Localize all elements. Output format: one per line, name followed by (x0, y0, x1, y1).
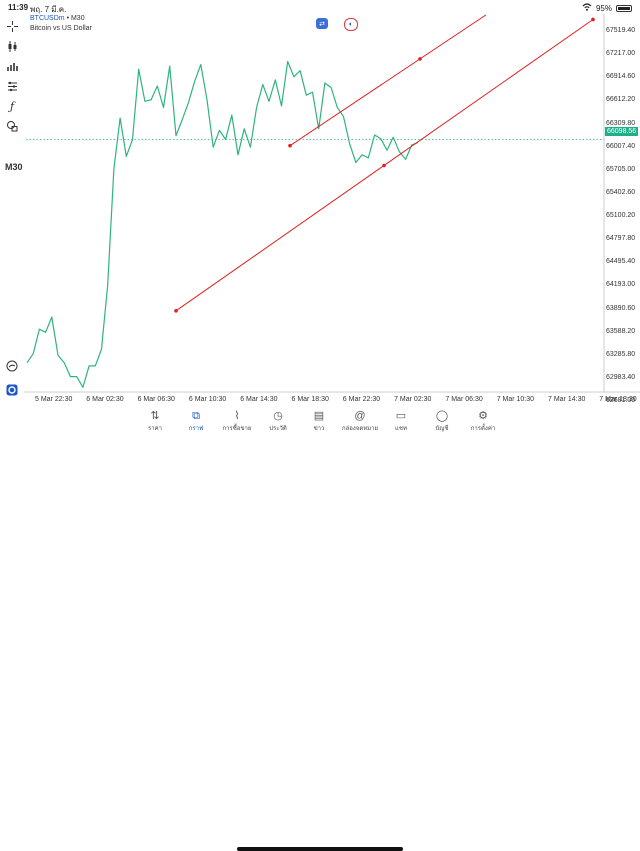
time-tick-label: 6 Mar 02:30 (86, 396, 124, 403)
time-tick-label: 6 Mar 14:30 (240, 396, 278, 403)
price-tick-label: 66612.20 (606, 96, 636, 104)
history-icon: ◷ (273, 410, 283, 422)
trade-icon: ⌇ (234, 410, 240, 422)
time-tick-label: 5 Mar 22:30 (35, 396, 73, 403)
price-tick-label: 66007.40 (606, 142, 636, 150)
crosshair-icon[interactable] (4, 18, 20, 34)
time-tick-label: 7 Mar 06:30 (445, 396, 483, 403)
symbol-timeframe: M30 (70, 15, 85, 22)
nav-item-label: การซื้อขาย (222, 426, 252, 432)
drawing-toolbar: ƒ M30 (0, 14, 24, 414)
timeframe-button[interactable]: M30 (5, 162, 23, 172)
bottom-navigation: ⇅ ราคา ⧉ กราฟ ⌇ การซื้อขาย ◷ ประวัติ ▤ ข่าว @ กล่อง… (0, 407, 640, 851)
time-tick-label: 6 Mar 18:30 (291, 396, 329, 403)
price-tick-label: 64193.00 (606, 281, 636, 289)
trend-channel-handle[interactable] (418, 57, 422, 61)
trend-channel-handle[interactable] (591, 17, 595, 22)
nav-item-label: กราฟ (188, 426, 204, 432)
price-chart[interactable] (0, 0, 640, 447)
nav-item-chart[interactable]: ⧉ กราฟ (176, 409, 216, 433)
nav-item-label: กล่องจดหมาย (341, 426, 379, 432)
nav-item-label: ประวัติ (269, 426, 287, 432)
price-tick-label: 63890.60 (606, 304, 636, 312)
nav-item-news[interactable]: ▤ ข่าว (299, 409, 339, 433)
time-tick-label: 7 Mar 10:30 (496, 396, 535, 403)
price-series-line (26, 60, 419, 388)
price-tick-label: 66309.80 (606, 119, 636, 127)
time-tick-label: 7 Mar 18:30 (599, 396, 637, 403)
symbol-name: BTCUSDm (30, 15, 65, 22)
symbol-header: BTCUSDm • M30 Bitcoin vs US Dollar (30, 15, 92, 32)
nav-item-chat[interactable]: ▭ แชท (381, 409, 421, 433)
nav-item-label: บัญชี (435, 426, 449, 432)
price-tick-label: 62983.40 (606, 373, 636, 381)
quotes-icon: ⇅ (150, 410, 160, 422)
time-tick-label: 7 Mar 14:30 (548, 396, 586, 403)
nav-item-label: ราคา (148, 426, 162, 432)
settings-icon: ⚙ (478, 410, 488, 422)
price-tick-label: 67217.00 (606, 50, 636, 58)
time-tick-label: 6 Mar 22:30 (342, 396, 381, 403)
broker-logo-icon[interactable] (4, 382, 20, 398)
bar-chart-icon[interactable] (4, 58, 20, 74)
nav-item-label: แชท (395, 426, 407, 432)
nav-item-label: ข่าว (313, 426, 325, 432)
price-tick-label: 66914.60 (606, 73, 636, 81)
symbol-description: Bitcoin vs US Dollar (30, 25, 92, 32)
indicators-icon[interactable]: ƒ (4, 98, 20, 114)
nav-item-mailbox[interactable]: @ กล่องจดหมาย (340, 409, 380, 433)
nav-item-settings[interactable]: ⚙ การตั้งค่า (463, 409, 503, 433)
home-indicator (237, 847, 403, 851)
trend-channel-handle[interactable] (382, 163, 386, 168)
nav-item-quotes[interactable]: ⇅ ราคา (135, 409, 175, 433)
price-tick-label: 65705.00 (606, 165, 636, 173)
trend-channel-upper-line (289, 14, 487, 147)
nav-item-trade[interactable]: ⌇ การซื้อขาย (217, 409, 257, 433)
price-tick-label: 63588.20 (606, 327, 636, 335)
trend-channel-handle[interactable] (174, 309, 178, 313)
chat-bubble-icon[interactable] (4, 358, 20, 374)
trade-panel-icon[interactable]: ◐ (344, 18, 358, 31)
nav-item-account[interactable]: ◯ บัญชี (422, 409, 462, 433)
chart-icon: ⧉ (192, 410, 200, 422)
time-tick-label: 6 Mar 06:30 (137, 396, 175, 403)
objects-icon[interactable] (4, 78, 20, 94)
time-tick-label: 6 Mar 10:30 (188, 396, 227, 403)
price-tick-label: 65100.20 (606, 212, 636, 219)
mailbox-icon: @ (354, 410, 366, 422)
news-icon: ▤ (313, 410, 325, 422)
shapes-icon[interactable] (4, 118, 20, 134)
nav-item-label: การตั้งค่า (470, 426, 496, 432)
one-click-trading-icon[interactable]: ⇄ (316, 18, 328, 29)
price-tick-label: 64797.80 (606, 235, 636, 243)
price-tick-label: 64495.40 (606, 258, 636, 266)
chart-header-buttons: ⇄ ◐ (316, 18, 358, 31)
account-icon: ◯ (435, 410, 449, 422)
candlestick-icon[interactable] (4, 38, 20, 54)
nav-item-history[interactable]: ◷ ประวัติ (258, 409, 298, 433)
time-tick-label: 7 Mar 02:30 (394, 396, 432, 403)
price-tick-label: 67519.40 (606, 27, 636, 34)
trend-channel-handle[interactable] (288, 143, 292, 148)
chat-icon: ▭ (395, 410, 407, 422)
price-tick-label: 63285.80 (606, 350, 636, 358)
current-price-label: 66098.56 (605, 127, 639, 136)
price-tick-label: 65402.60 (606, 188, 636, 196)
